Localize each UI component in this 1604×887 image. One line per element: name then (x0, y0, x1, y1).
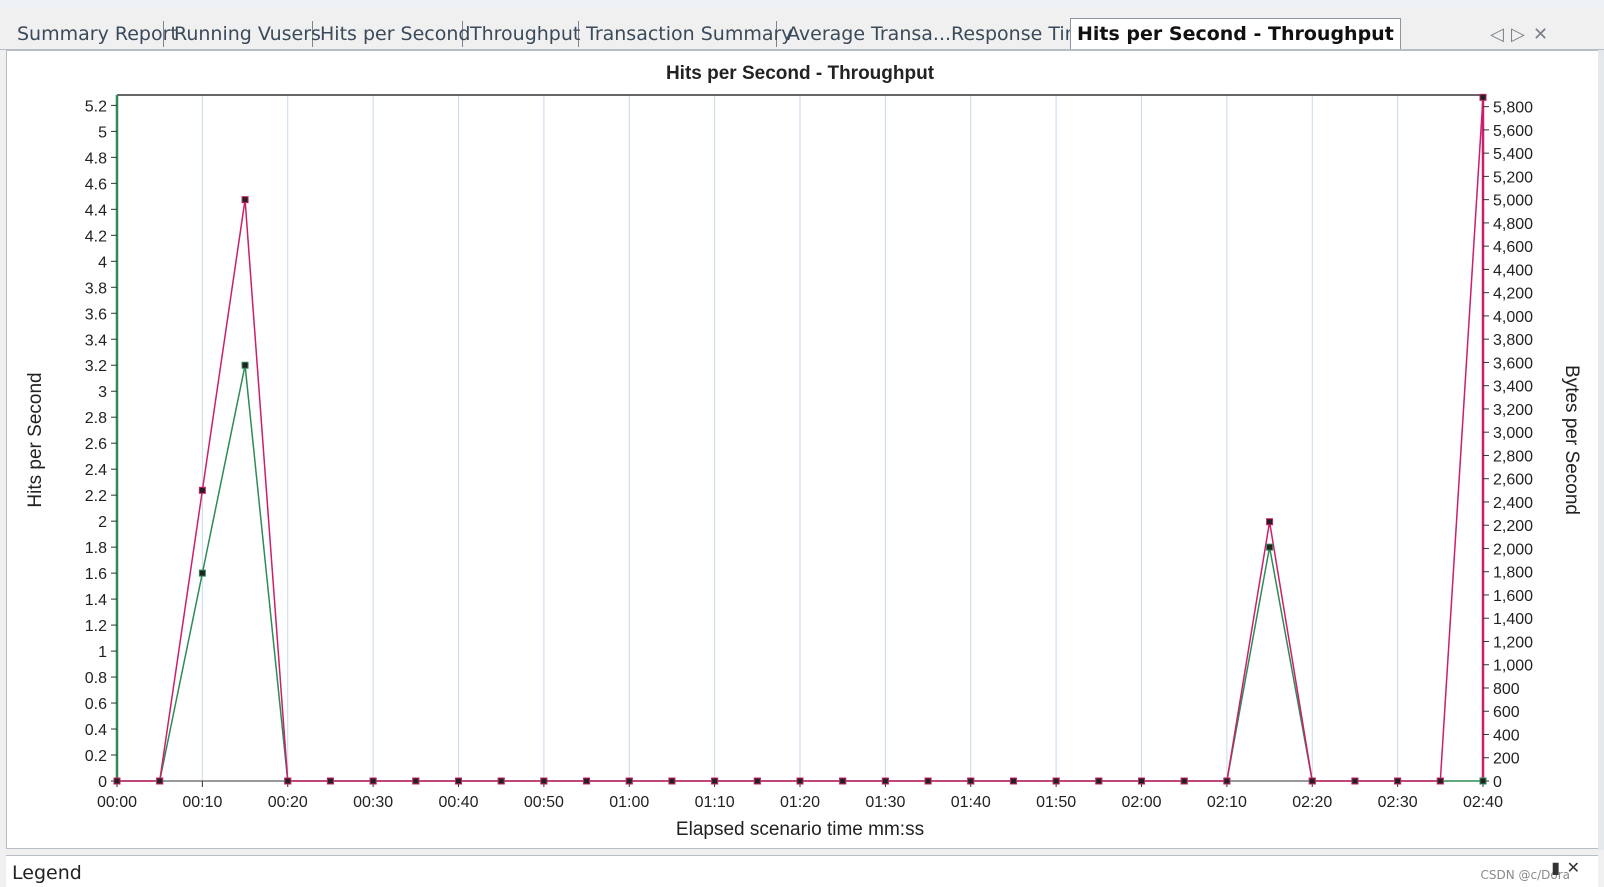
tab-summary-report[interactable]: Summary Report (17, 21, 178, 47)
tab-close-icon[interactable]: ✕ (1533, 24, 1548, 45)
tab-running-vusers[interactable]: Running Vusers (174, 21, 321, 47)
side-scroll-strip[interactable] (1598, 50, 1604, 850)
pin-icon[interactable]: ▮ (1551, 858, 1560, 877)
tab-next-icon[interactable]: ▷ (1511, 24, 1525, 45)
graph-panel (6, 50, 1600, 849)
legend-panel: Legend CSDN @c/Dora ▮ ✕ (6, 855, 1598, 887)
tab-average-transaction-response-time[interactable]: Average Transa...Response Time (787, 21, 1095, 47)
legend-title: Legend (12, 862, 82, 884)
tab-bar: Summary Report Running Vusers Hits per S… (0, 8, 1604, 50)
tab-transaction-summary[interactable]: Transaction Summary (586, 21, 793, 47)
close-icon[interactable]: ✕ (1567, 858, 1580, 877)
tab-prev-icon[interactable]: ◁ (1490, 24, 1504, 45)
tab-throughput[interactable]: Throughput (470, 21, 580, 47)
tab-hits-per-second-throughput[interactable]: Hits per Second - Throughput (1070, 18, 1401, 49)
tab-hits-per-second[interactable]: Hits per Second (320, 21, 470, 47)
